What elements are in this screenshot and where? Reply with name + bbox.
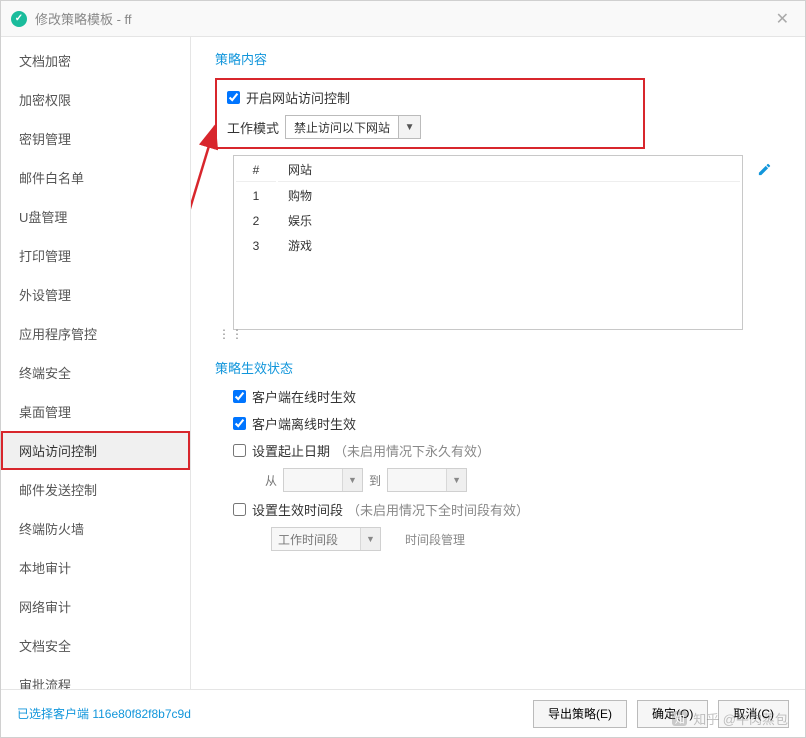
sidebar-item-0[interactable]: 文档加密 [1,41,190,80]
sidebar-item-5[interactable]: 打印管理 [1,236,190,275]
sidebar-item-10[interactable]: 网站访问控制 [1,431,190,470]
sidebar-item-6[interactable]: 外设管理 [1,275,190,314]
table-row[interactable]: 2娱乐 [236,209,740,232]
period-checkbox[interactable] [233,503,246,516]
period-manage-link[interactable]: 时间段管理 [405,531,465,548]
footer-status: 已选择客户端 116e80f82f8b7c9d [17,705,191,722]
date-range-hint: （未启用情况下永久有效） [334,441,490,460]
period-hint: （未启用情况下全时间段有效） [347,500,529,519]
online-label: 客户端在线时生效 [252,387,356,406]
offline-label: 客户端离线时生效 [252,414,356,433]
offline-checkbox[interactable] [233,417,246,430]
chevron-down-icon: ▼ [342,469,362,491]
online-checkbox[interactable] [233,390,246,403]
sidebar-item-15[interactable]: 文档安全 [1,626,190,665]
policy-control-box: 开启网站访问控制 工作模式 禁止访问以下网站 ▼ [215,78,645,149]
footer: 已选择客户端 116e80f82f8b7c9d 导出策略(E) 确定(O) 取消… [1,689,805,737]
sidebar-item-7[interactable]: 应用程序管控 [1,314,190,353]
period-select[interactable]: 工作时间段▼ [271,527,381,551]
to-date-input[interactable]: ▼ [387,468,467,492]
titlebar: ✓ 修改策略模板 - ff ✕ [1,1,805,37]
chevron-down-icon: ▼ [360,528,380,550]
chevron-down-icon: ▼ [446,469,466,491]
app-icon: ✓ [11,11,27,27]
date-range-label: 设置起止日期 [252,441,330,460]
table-row[interactable]: 1购物 [236,184,740,207]
sidebar-item-16[interactable]: 审批流程 [1,665,190,689]
section-title-status: 策略生效状态 [215,358,785,377]
table-row[interactable]: 3游戏 [236,234,740,257]
period-label: 设置生效时间段 [252,500,343,519]
sidebar-item-11[interactable]: 邮件发送控制 [1,470,190,509]
col-site: 网站 [278,158,740,182]
date-range-checkbox[interactable] [233,444,246,457]
chevron-down-icon[interactable]: ▼ [398,116,420,138]
ok-button[interactable]: 确定(O) [637,700,708,728]
sidebar-item-13[interactable]: 本地审计 [1,548,190,587]
sidebar-item-4[interactable]: U盘管理 [1,197,190,236]
edit-icon[interactable] [757,162,772,181]
section-title-policy: 策略内容 [215,49,785,68]
close-icon[interactable]: ✕ [770,9,795,29]
from-label: 从 [265,472,277,489]
sidebar-item-9[interactable]: 桌面管理 [1,392,190,431]
sidebar: 文档加密加密权限密钥管理邮件白名单U盘管理打印管理外设管理应用程序管控终端安全桌… [1,37,191,689]
cancel-button[interactable]: 取消(C) [718,700,789,728]
drag-handle-icon[interactable]: ⋮⋮ [218,327,244,341]
to-label: 到 [369,472,381,489]
sidebar-item-8[interactable]: 终端安全 [1,353,190,392]
export-button[interactable]: 导出策略(E) [533,700,627,728]
content-panel: 策略内容 开启网站访问控制 工作模式 [191,37,805,689]
from-date-input[interactable]: ▼ [283,468,363,492]
work-mode-select[interactable]: 禁止访问以下网站 ▼ [285,115,421,139]
sidebar-item-14[interactable]: 网络审计 [1,587,190,626]
sidebar-item-3[interactable]: 邮件白名单 [1,158,190,197]
sidebar-item-2[interactable]: 密钥管理 [1,119,190,158]
sidebar-item-1[interactable]: 加密权限 [1,80,190,119]
work-mode-label: 工作模式 [227,118,279,137]
work-mode-value: 禁止访问以下网站 [286,119,398,136]
window-title: 修改策略模板 - ff [35,9,132,28]
enable-access-control-label: 开启网站访问控制 [246,88,350,107]
website-table: ⋮⋮ # 网站 1购物2娱乐3游戏 [233,155,743,330]
col-num: # [236,158,276,182]
sidebar-item-12[interactable]: 终端防火墙 [1,509,190,548]
enable-access-control-checkbox[interactable] [227,91,240,104]
